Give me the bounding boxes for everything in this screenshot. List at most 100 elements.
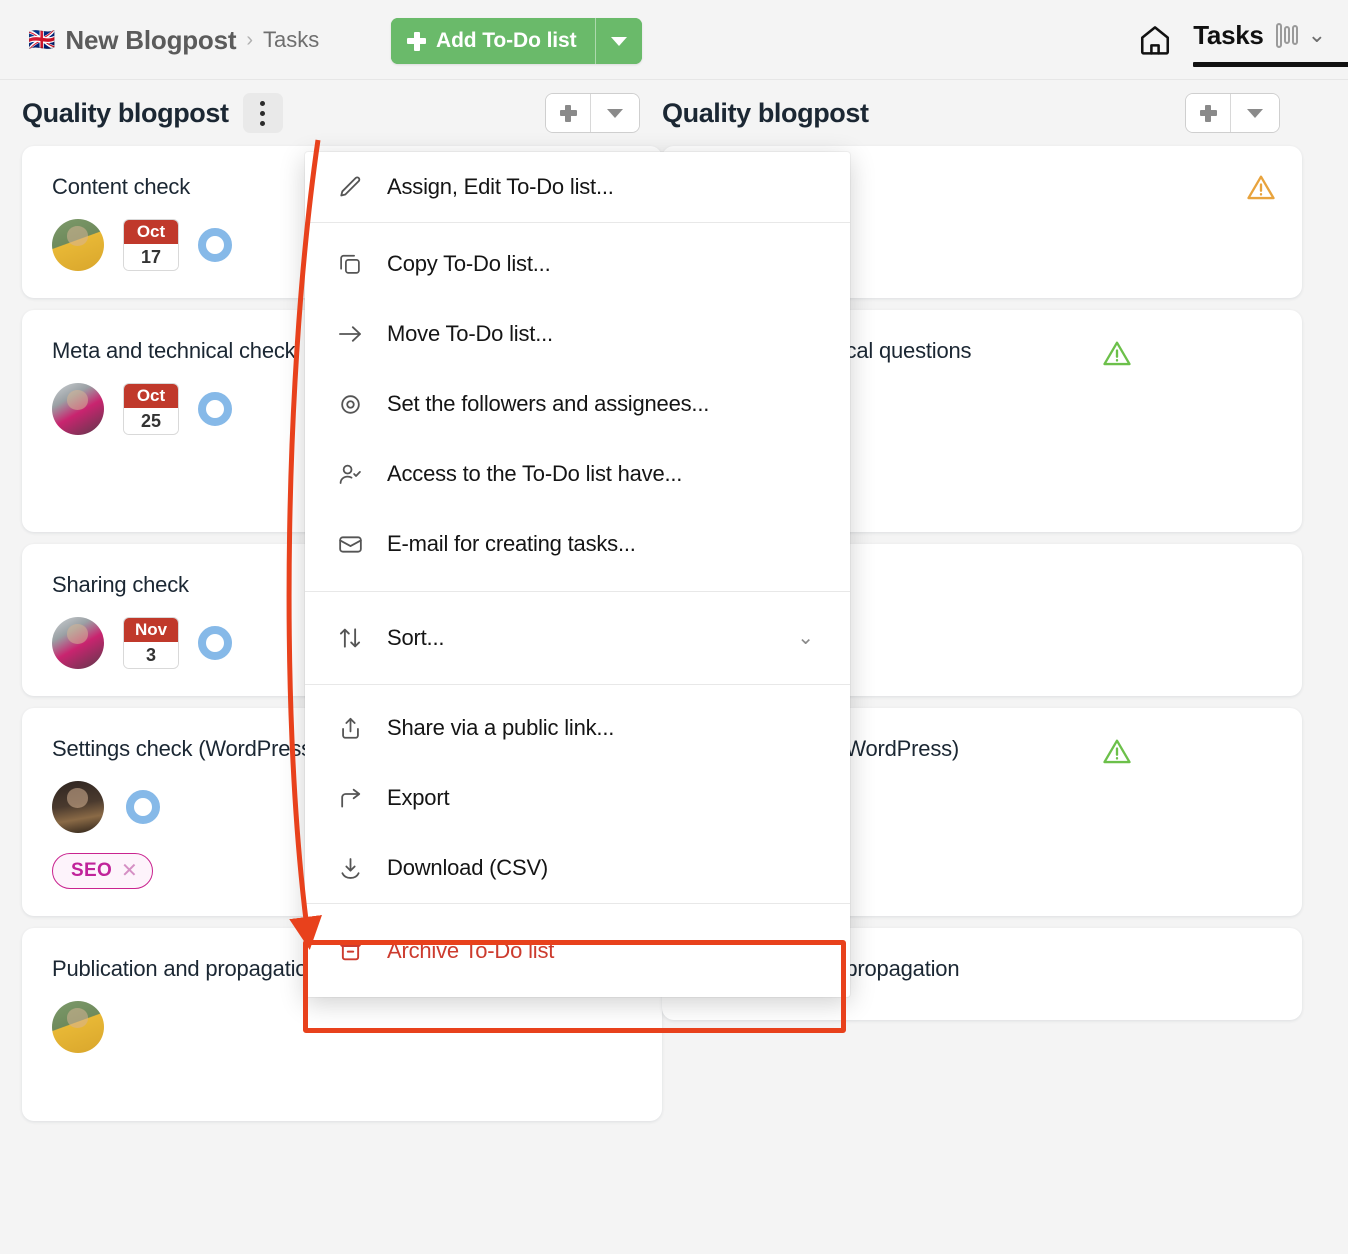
status-toggle[interactable]: [126, 790, 160, 825]
menu-item-label: Sort...: [387, 625, 445, 650]
menu-item-label: Assign, Edit To-Do list...: [387, 174, 614, 199]
status-toggle[interactable]: [198, 392, 232, 427]
avatar[interactable]: [52, 219, 104, 272]
due-date-day: 25: [124, 408, 178, 435]
arrow-right-icon: [335, 319, 365, 349]
menu-item-copy[interactable]: Copy To-Do list...: [305, 229, 850, 299]
plus-icon: [407, 31, 426, 51]
due-date-chip[interactable]: Oct 25: [124, 384, 178, 435]
add-todo-list-dropdown-button[interactable]: [594, 18, 642, 64]
export-arrow-icon: [335, 783, 365, 813]
add-todo-list-button[interactable]: Add To-Do list: [391, 18, 595, 64]
chevron-down-icon[interactable]: ⌄: [1308, 24, 1326, 46]
column-header: Quality blogpost: [662, 80, 1302, 146]
view-bars-icon[interactable]: [1275, 22, 1298, 48]
todo-list-context-menu: Assign, Edit To-Do list... Copy To-Do li…: [305, 152, 850, 997]
user-check-icon: [335, 459, 365, 489]
breadcrumb: 🇬🇧 New Blogpost › Tasks: [28, 19, 319, 61]
envelope-icon: [335, 529, 365, 559]
due-date-month: Nov: [124, 618, 178, 643]
menu-item-label: Archive To-Do list: [387, 937, 555, 963]
home-button[interactable]: [1135, 20, 1175, 60]
avatar[interactable]: [52, 383, 104, 436]
tab-tasks-label: Tasks: [1193, 19, 1264, 50]
menu-separator: [305, 684, 850, 685]
menu-item-label: Set the followers and assignees...: [387, 391, 710, 416]
menu-item-share-public-link[interactable]: Share via a public link...: [305, 693, 850, 763]
status-toggle[interactable]: [198, 626, 232, 661]
menu-item-assign-edit[interactable]: Assign, Edit To-Do list...: [305, 152, 850, 222]
due-date-chip[interactable]: Nov 3: [124, 618, 178, 669]
plus-icon: [559, 104, 577, 122]
due-date-chip[interactable]: Oct 17: [124, 220, 178, 271]
menu-item-label: E-mail for creating tasks...: [387, 531, 636, 556]
menu-separator: [305, 591, 850, 592]
breadcrumb-section[interactable]: Tasks: [263, 27, 319, 53]
warning-triangle-icon: [1247, 175, 1275, 200]
chevron-down-icon: [607, 108, 623, 118]
archive-box-icon: [335, 936, 365, 966]
add-todo-list-button-group[interactable]: Add To-Do list: [391, 18, 642, 64]
breadcrumb-separator-icon: ›: [246, 28, 254, 51]
kebab-dot: [260, 100, 266, 106]
share-upload-icon: [335, 713, 365, 743]
task-meta: [52, 1001, 638, 1054]
tag-label: SEO: [71, 860, 113, 882]
add-todo-list-label: Add To-Do list: [436, 29, 577, 52]
column-header: Quality blogpost: [22, 80, 662, 146]
kebab-dot: [260, 120, 266, 126]
eye-icon: [335, 389, 365, 419]
pencil-icon: [335, 172, 365, 202]
add-task-button-group[interactable]: [1185, 93, 1280, 133]
breadcrumb-project[interactable]: New Blogpost: [65, 25, 236, 56]
menu-item-move[interactable]: Move To-Do list...: [305, 299, 850, 369]
add-task-button[interactable]: [1186, 94, 1231, 132]
top-bar: 🇬🇧 New Blogpost › Tasks Add To-Do list T…: [0, 0, 1348, 80]
menu-item-export[interactable]: Export: [305, 763, 850, 833]
chevron-down-icon[interactable]: ⌄: [797, 628, 814, 648]
kebab-menu-button[interactable]: [242, 93, 283, 133]
menu-item-access[interactable]: Access to the To-Do list have...: [305, 439, 850, 509]
add-task-button[interactable]: [546, 94, 591, 132]
add-task-dropdown-button[interactable]: [1231, 94, 1279, 132]
avatar[interactable]: [52, 1001, 104, 1054]
top-bar-right: Tasks ⌄: [1135, 14, 1348, 67]
menu-item-label: Move To-Do list...: [387, 321, 553, 346]
copy-icon: [335, 249, 365, 279]
due-date-month: Oct: [124, 220, 178, 245]
add-task-button-group[interactable]: [545, 93, 640, 133]
chevron-down-icon: [610, 36, 627, 46]
avatar[interactable]: [52, 617, 104, 670]
due-date-day: 17: [124, 244, 178, 271]
menu-item-label: Access to the To-Do list have...: [387, 461, 683, 486]
menu-item-label: Copy To-Do list...: [387, 251, 551, 276]
chevron-down-icon: [1247, 108, 1263, 118]
close-icon[interactable]: ✕: [121, 861, 138, 881]
sort-arrows-icon: [335, 623, 365, 653]
menu-item-label: Export: [387, 785, 450, 810]
menu-item-followers-assignees[interactable]: Set the followers and assignees...: [305, 369, 850, 439]
menu-item-label: Download (CSV): [387, 855, 549, 880]
tag-chip[interactable]: SEO ✕: [52, 853, 154, 890]
tab-active-underline: [1193, 61, 1348, 67]
menu-item-email-tasks[interactable]: E-mail for creating tasks...: [305, 509, 850, 579]
home-icon: [1141, 26, 1170, 55]
menu-item-archive-todo-list[interactable]: Archive To-Do list: [305, 904, 850, 997]
plus-icon: [1199, 104, 1217, 122]
menu-item-download-csv[interactable]: Download (CSV): [305, 833, 850, 903]
column-title: Quality blogpost: [662, 97, 869, 128]
status-toggle[interactable]: [198, 228, 232, 263]
column-title: Quality blogpost: [22, 97, 229, 128]
due-date-day: 3: [124, 642, 178, 669]
add-task-dropdown-button[interactable]: [591, 94, 639, 132]
avatar[interactable]: [52, 781, 104, 834]
menu-item-sort[interactable]: Sort... ⌄: [305, 602, 850, 674]
menu-item-label: Share via a public link...: [387, 715, 615, 740]
warning-triangle-icon: [1103, 341, 1131, 366]
flag-icon: 🇬🇧: [28, 27, 56, 52]
menu-separator: [305, 222, 850, 223]
warning-triangle-icon: [1103, 739, 1131, 764]
kebab-dot: [260, 110, 266, 116]
download-icon: [335, 853, 365, 883]
tab-tasks[interactable]: Tasks ⌄: [1193, 19, 1348, 67]
